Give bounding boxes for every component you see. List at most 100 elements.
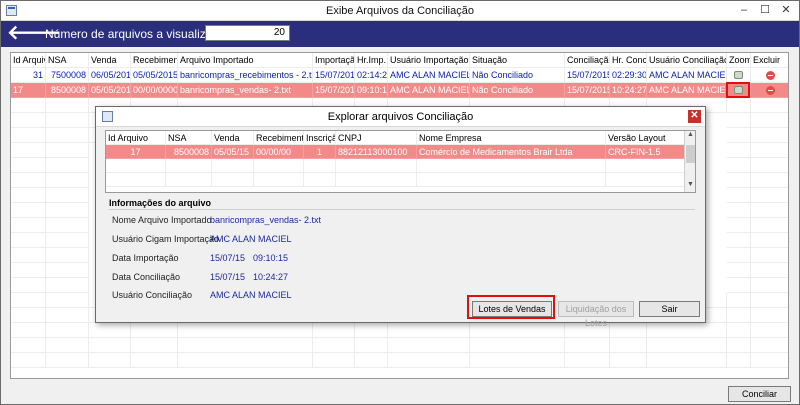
- empty-cell: [46, 353, 89, 368]
- col-header[interactable]: Situação: [470, 53, 565, 68]
- empty-cell: [46, 263, 89, 278]
- col-header[interactable]: Recebimento: [131, 53, 178, 68]
- cell-situacao: Não Conciliado: [470, 68, 565, 83]
- empty-cell: [647, 338, 727, 353]
- back-arrow-icon[interactable]: 🡐: [7, 23, 61, 44]
- col-header[interactable]: Excluir: [751, 53, 788, 68]
- col-header[interactable]: Inscrição: [304, 131, 336, 145]
- col-header[interactable]: Versão Layout: [606, 131, 686, 145]
- zoom-icon[interactable]: [734, 71, 743, 79]
- empty-cell: [212, 173, 254, 187]
- col-header[interactable]: Nome Empresa: [417, 131, 606, 145]
- empty-cell: [11, 188, 46, 203]
- empty-cell: [11, 173, 46, 188]
- cell-cnpj: 88212113000100: [336, 145, 417, 159]
- empty-cell: [11, 278, 46, 293]
- delete-icon[interactable]: [765, 86, 775, 95]
- minimize-button[interactable]: –: [736, 3, 752, 18]
- col-header[interactable]: Zoom: [727, 53, 751, 68]
- empty-cell: [355, 353, 388, 368]
- col-header[interactable]: Usuário Importação: [388, 53, 470, 68]
- scroll-thumb[interactable]: [686, 145, 695, 163]
- empty-cell: [727, 203, 751, 218]
- empty-cell: [727, 128, 751, 143]
- empty-cell: [313, 338, 355, 353]
- empty-cell: [727, 143, 751, 158]
- data-conciliacao-label: Data Conciliação: [112, 272, 181, 282]
- empty-cell: [751, 278, 788, 293]
- conciliar-button[interactable]: Conciliar: [728, 386, 791, 402]
- empty-cell: [727, 158, 751, 173]
- cell-recebimentos: 00/00/00: [254, 145, 304, 159]
- empty-cell: [751, 158, 788, 173]
- empty-cell: [166, 159, 212, 173]
- empty-cell: [166, 173, 212, 187]
- empty-cell: [46, 98, 89, 113]
- cell-hr-imp: 02:14:24: [355, 68, 388, 83]
- dialog-vertical-scrollbar[interactable]: ▲ ▼: [684, 131, 695, 192]
- empty-cell: [313, 353, 355, 368]
- empty-cell: [11, 203, 46, 218]
- empty-cell: [417, 159, 606, 173]
- empty-cell: [178, 323, 313, 338]
- scroll-down-icon[interactable]: ▼: [685, 181, 695, 191]
- window-title: Exibe Arquivos da Conciliação: [326, 5, 474, 17]
- empty-cell: [751, 338, 788, 353]
- empty-cell: [313, 323, 355, 338]
- empty-cell: [46, 188, 89, 203]
- empty-cell: [727, 98, 751, 113]
- dialog-close-button[interactable]: ✕: [688, 110, 701, 123]
- table-row-selected[interactable]: 17 8500008 05/05/2015 00/00/0000 banrico…: [11, 83, 788, 98]
- empty-cell: [751, 143, 788, 158]
- count-input[interactable]: 20: [205, 25, 290, 41]
- cell-id: 17: [11, 83, 46, 98]
- col-header[interactable]: Recebimentos: [254, 131, 304, 145]
- cell-usuario-conc: AMC ALAN MACIEL: [647, 68, 727, 83]
- col-header[interactable]: CNPJ: [336, 131, 417, 145]
- delete-icon[interactable]: [765, 71, 775, 80]
- liquidacao-lotes-button[interactable]: Liquidação dos Lotes: [558, 301, 634, 328]
- col-header[interactable]: Importação: [313, 53, 355, 68]
- empty-cell: [751, 218, 788, 233]
- empty-cell: [46, 293, 89, 308]
- col-header[interactable]: Venda: [212, 131, 254, 145]
- empty-cell: [751, 263, 788, 278]
- usuario-importacao-label: Usuário Cigam Importação: [112, 234, 220, 244]
- table-row[interactable]: 31 7500008 06/05/2015 05/05/2015 banrico…: [11, 68, 788, 83]
- col-header[interactable]: Venda: [89, 53, 131, 68]
- empty-cell: [727, 113, 751, 128]
- cell-venda: 05/05/2015: [89, 83, 131, 98]
- arquivo-label: Nome Arquivo Importado: [112, 215, 212, 225]
- empty-cell: [131, 323, 178, 338]
- close-button[interactable]: ✕: [778, 3, 794, 18]
- dialog-row-selected[interactable]: 17 8500008 05/05/15 00/00/00 1 882121130…: [106, 145, 686, 159]
- maximize-button[interactable]: ☐: [757, 3, 773, 18]
- col-header[interactable]: Usuário Conciliação: [647, 53, 727, 68]
- empty-cell: [106, 173, 166, 187]
- empty-cell: [610, 353, 647, 368]
- empty-cell: [11, 158, 46, 173]
- usuario-importacao-value: AMC ALAN MACIEL: [210, 234, 292, 244]
- col-header[interactable]: Arquivo Importado: [178, 53, 313, 68]
- empty-cell: [727, 173, 751, 188]
- col-header[interactable]: Hr.Imp.: [355, 53, 388, 68]
- empty-row: [11, 353, 788, 368]
- col-header[interactable]: Conciliação: [565, 53, 610, 68]
- col-header[interactable]: Id Arquivo: [11, 53, 46, 68]
- empty-cell: [254, 173, 304, 187]
- sair-button[interactable]: Sair: [639, 301, 700, 317]
- scroll-up-icon[interactable]: ▲: [685, 131, 695, 141]
- count-label: Número de arquivos a visualizar: [45, 27, 217, 41]
- col-header[interactable]: Hr. Conc.: [610, 53, 647, 68]
- col-header[interactable]: NSA: [166, 131, 212, 145]
- empty-cell: [336, 159, 417, 173]
- cell-usuario-imp: AMC ALAN MACIEL: [388, 83, 470, 98]
- empty-cell: [131, 338, 178, 353]
- empty-cell: [11, 98, 46, 113]
- empty-cell: [727, 353, 751, 368]
- col-header[interactable]: Id Arquivo: [106, 131, 166, 145]
- col-header[interactable]: NSA: [46, 53, 89, 68]
- data-importacao-date: 15/07/15: [210, 253, 246, 263]
- empty-cell: [751, 173, 788, 188]
- empty-cell: [355, 323, 388, 338]
